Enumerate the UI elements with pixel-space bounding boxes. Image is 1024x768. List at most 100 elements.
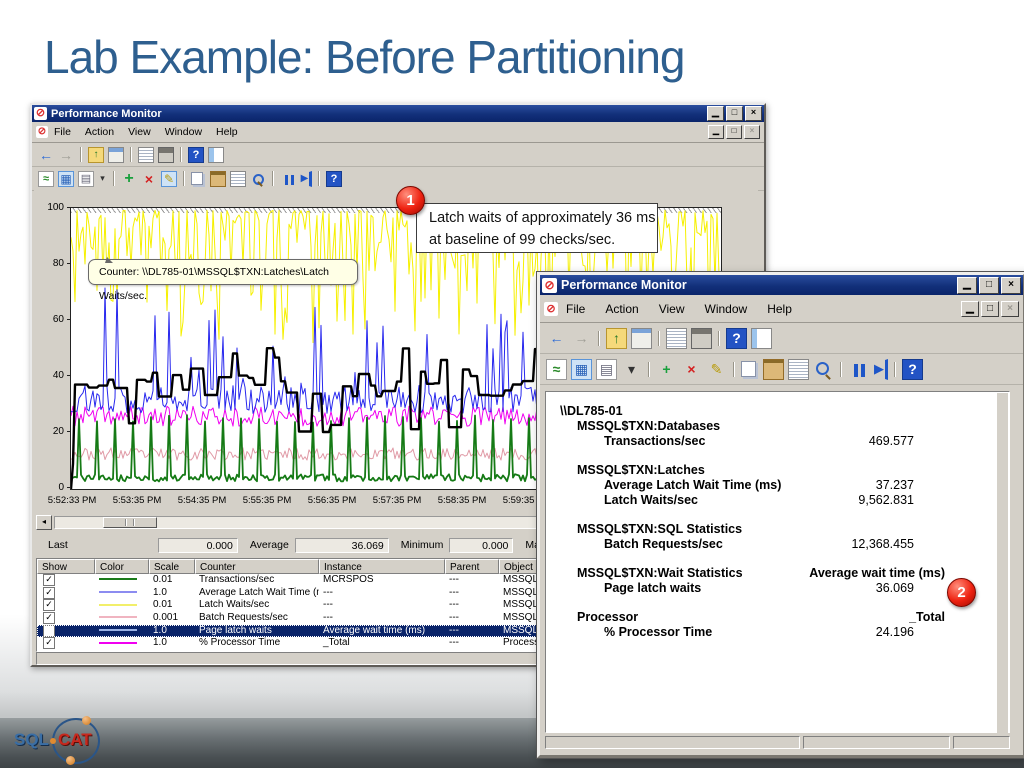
col-parent[interactable]: Parent bbox=[445, 559, 499, 574]
step-icon[interactable]: ▶ bbox=[300, 171, 312, 187]
copy-icon[interactable] bbox=[741, 361, 756, 377]
chart-view-icon[interactable]: ≈ bbox=[38, 171, 54, 187]
console-icon[interactable] bbox=[631, 328, 652, 349]
edit-icon[interactable]: ✎ bbox=[706, 359, 727, 380]
zoom-icon[interactable] bbox=[813, 359, 834, 380]
report-counter-row: Page latch waits36.069 bbox=[560, 581, 1009, 596]
maximize-button[interactable]: □ bbox=[979, 277, 999, 294]
menu-view[interactable]: View bbox=[128, 126, 151, 138]
pause-icon[interactable] bbox=[848, 359, 869, 380]
show-tree-icon[interactable] bbox=[751, 328, 772, 349]
menu-file[interactable]: File bbox=[566, 302, 585, 316]
toolbar-separator bbox=[658, 331, 660, 346]
show-tree-icon[interactable] bbox=[208, 147, 224, 163]
zoom-icon[interactable] bbox=[250, 171, 266, 187]
col-show[interactable]: Show bbox=[37, 559, 95, 574]
help-icon[interactable]: ? bbox=[326, 171, 342, 187]
help-icon[interactable]: ? bbox=[902, 359, 923, 380]
copy-icon[interactable] bbox=[191, 172, 203, 185]
report-counter-row: Latch Waits/sec9,562.831 bbox=[560, 493, 1009, 508]
paste-icon[interactable] bbox=[210, 171, 226, 187]
menu-action[interactable]: Action bbox=[85, 126, 114, 138]
forward-icon[interactable]: → bbox=[571, 328, 592, 349]
add-icon[interactable]: + bbox=[656, 359, 677, 380]
window1-titlebar[interactable]: ⊘ Performance Monitor ▁ □ × bbox=[32, 105, 764, 122]
mdi-close-button[interactable]: × bbox=[1001, 301, 1019, 317]
help-icon[interactable]: ? bbox=[726, 328, 747, 349]
cube-view-icon[interactable]: ▦ bbox=[571, 359, 592, 380]
console-icon[interactable] bbox=[108, 147, 124, 163]
slider-left-arrow[interactable]: ◂ bbox=[36, 515, 52, 530]
help-icon[interactable]: ? bbox=[188, 147, 204, 163]
show-checkbox[interactable]: ✓ bbox=[37, 612, 95, 625]
add-icon[interactable]: + bbox=[121, 171, 137, 187]
badge-2: 2 bbox=[947, 578, 976, 607]
pause-icon[interactable] bbox=[280, 171, 296, 187]
caret-icon[interactable]: ▾ bbox=[98, 171, 107, 187]
average-value: 36.069 bbox=[295, 538, 389, 553]
menu-action[interactable]: Action bbox=[605, 302, 638, 316]
close-button[interactable]: × bbox=[1001, 277, 1021, 294]
maximize-button[interactable]: □ bbox=[726, 106, 743, 121]
report-icon[interactable] bbox=[788, 359, 809, 380]
col-instance[interactable]: Instance bbox=[319, 559, 445, 574]
paste-icon[interactable] bbox=[763, 359, 784, 380]
back-icon[interactable]: ← bbox=[38, 147, 54, 163]
forward-icon[interactable]: → bbox=[58, 147, 74, 163]
menu-help[interactable]: Help bbox=[216, 126, 238, 138]
report-icon[interactable] bbox=[230, 171, 246, 187]
menu-help[interactable]: Help bbox=[767, 302, 792, 316]
print-icon[interactable] bbox=[158, 147, 174, 163]
mdi-restore-button[interactable]: □ bbox=[981, 301, 999, 317]
scale-cell: 1.0 bbox=[149, 625, 195, 638]
show-checkbox[interactable]: ✓ bbox=[37, 625, 95, 638]
mdi-minimize-button[interactable]: ▁ bbox=[961, 301, 979, 317]
x-axis-tick-label: 5:52:33 PM bbox=[36, 495, 108, 506]
show-checkbox[interactable]: ✓ bbox=[37, 637, 95, 650]
col-color[interactable]: Color bbox=[95, 559, 149, 574]
report-scrollbar[interactable] bbox=[996, 393, 1008, 733]
image-view-icon[interactable]: ▤ bbox=[78, 171, 94, 187]
mdi-minimize-button[interactable]: ▁ bbox=[708, 125, 724, 139]
caret-icon[interactable]: ▾ bbox=[621, 359, 642, 380]
show-checkbox[interactable]: ✓ bbox=[37, 574, 95, 587]
counter-cell: Latch Waits/sec bbox=[195, 599, 319, 612]
step-icon[interactable]: ▶ bbox=[873, 359, 888, 380]
export-icon[interactable]: ↑ bbox=[606, 328, 627, 349]
menu-view[interactable]: View bbox=[659, 302, 685, 316]
print-icon[interactable] bbox=[691, 328, 712, 349]
color-swatch bbox=[95, 625, 149, 638]
minimize-button[interactable]: ▁ bbox=[707, 106, 724, 121]
report-view[interactable]: \\DL785-01 MSSQL$TXN:DatabasesTransactio… bbox=[545, 391, 1010, 733]
show-checkbox[interactable]: ✓ bbox=[37, 587, 95, 600]
menu-file[interactable]: File bbox=[54, 126, 71, 138]
window2-titlebar[interactable]: ⊘ Performance Monitor ▁ □ × bbox=[540, 275, 1023, 295]
col-scale[interactable]: Scale bbox=[149, 559, 195, 574]
parent-cell: --- bbox=[445, 637, 499, 650]
minimize-button[interactable]: ▁ bbox=[957, 277, 977, 294]
x-axis-tick-label: 5:57:35 PM bbox=[361, 495, 433, 506]
edit-icon[interactable]: ✎ bbox=[161, 171, 177, 187]
image-view-icon[interactable]: ▤ bbox=[596, 359, 617, 380]
properties-icon[interactable] bbox=[666, 328, 687, 349]
properties-icon[interactable] bbox=[138, 147, 154, 163]
toolbar-separator bbox=[718, 331, 720, 346]
show-checkbox[interactable]: ✓ bbox=[37, 599, 95, 612]
back-icon[interactable]: ← bbox=[546, 328, 567, 349]
delete-icon[interactable]: × bbox=[141, 171, 157, 187]
mdi-restore-button[interactable]: □ bbox=[726, 125, 742, 139]
chart-view-icon[interactable]: ≈ bbox=[546, 359, 567, 380]
report-counter-value: 9,562.831 bbox=[858, 493, 914, 507]
col-counter[interactable]: Counter bbox=[195, 559, 319, 574]
delete-icon[interactable]: × bbox=[681, 359, 702, 380]
cube-view-icon[interactable]: ▦ bbox=[58, 171, 74, 187]
close-button[interactable]: × bbox=[745, 106, 762, 121]
menu-window[interactable]: Window bbox=[165, 126, 202, 138]
export-icon[interactable]: ↑ bbox=[88, 147, 104, 163]
slider-thumb[interactable] bbox=[103, 517, 157, 528]
x-axis-tick-label: 5:55:35 PM bbox=[231, 495, 303, 506]
report-host: \\DL785-01 bbox=[560, 404, 1009, 419]
menu-window[interactable]: Window bbox=[705, 302, 748, 316]
report-counter-row: % Processor Time24.196 bbox=[560, 625, 1009, 640]
mdi-close-button[interactable]: × bbox=[744, 125, 760, 139]
